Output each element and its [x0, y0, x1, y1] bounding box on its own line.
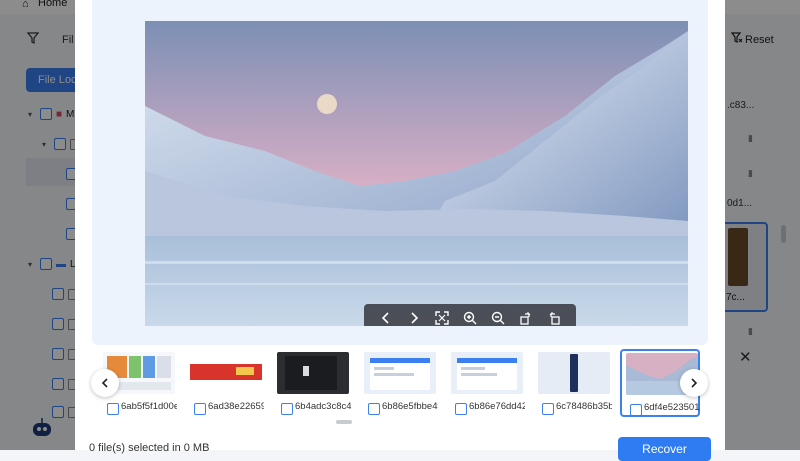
thumbnail-name: 6c78486b35b... — [556, 401, 612, 412]
preview-area — [92, 0, 708, 345]
thumbnails-prev-button[interactable] — [91, 369, 119, 397]
zoom-out-icon[interactable] — [488, 308, 508, 326]
chevron-left-icon — [101, 378, 108, 388]
resize-handle[interactable] — [336, 420, 352, 424]
chevron-right-icon[interactable] — [404, 308, 424, 326]
mountain-lake-image — [145, 21, 688, 326]
thumbnail-name: 6b86e76dd42... — [469, 401, 525, 412]
rotate-left-icon[interactable] — [544, 308, 564, 326]
image-preview-modal: 6ab5f5f1d00e... 6ad38e22659... 6b4adc3c8… — [75, 0, 725, 461]
thumbnail-image — [451, 352, 523, 394]
thumbnail-item[interactable]: 6ad38e22659... — [185, 349, 265, 417]
thumbnail-image — [190, 352, 262, 394]
thumbnail-name: 6ab5f5f1d00e... — [121, 401, 177, 412]
thumbnail-name: 6b4adc3c8c4... — [295, 401, 351, 412]
thumbnail-image — [538, 352, 610, 394]
chevron-left-icon[interactable] — [376, 308, 396, 326]
selection-status: 0 file(s) selected in 0 MB — [89, 442, 210, 454]
thumbnail-image — [277, 352, 349, 394]
thumbnail-checkbox[interactable] — [281, 403, 293, 415]
thumbnail-name: 6ad38e22659... — [208, 401, 264, 412]
recover-button[interactable]: Recover — [618, 437, 711, 461]
preview-image — [145, 21, 688, 326]
thumbnail-item[interactable]: 6b86e5fbbe4f... — [359, 349, 439, 417]
thumbnail-item[interactable]: 6b4adc3c8c4... — [272, 349, 352, 417]
thumbnail-name: 6b86e5fbbe4f... — [382, 401, 438, 412]
thumbnail-item[interactable]: 6c78486b35b... — [533, 349, 613, 417]
thumbnail-name: 6df4e5235011... — [644, 402, 700, 413]
thumbnail-checkbox[interactable] — [107, 403, 119, 415]
chevron-right-icon — [691, 378, 698, 388]
thumbnails-next-button[interactable] — [680, 369, 708, 397]
thumbnail-item[interactable]: 6b86e76dd42... — [446, 349, 526, 417]
fullscreen-icon[interactable] — [432, 308, 452, 326]
thumbnail-checkbox[interactable] — [455, 403, 467, 415]
image-toolbar — [364, 304, 576, 326]
thumbnail-checkbox[interactable] — [542, 403, 554, 415]
thumbnail-checkbox[interactable] — [194, 403, 206, 415]
rotate-right-icon[interactable] — [516, 308, 536, 326]
thumbnail-strip: 6ab5f5f1d00e... 6ad38e22659... 6b4adc3c8… — [92, 345, 708, 420]
zoom-in-icon[interactable] — [460, 308, 480, 326]
thumbnail-image — [364, 352, 436, 394]
thumbnail-checkbox[interactable] — [630, 404, 642, 416]
thumbnail-checkbox[interactable] — [368, 403, 380, 415]
